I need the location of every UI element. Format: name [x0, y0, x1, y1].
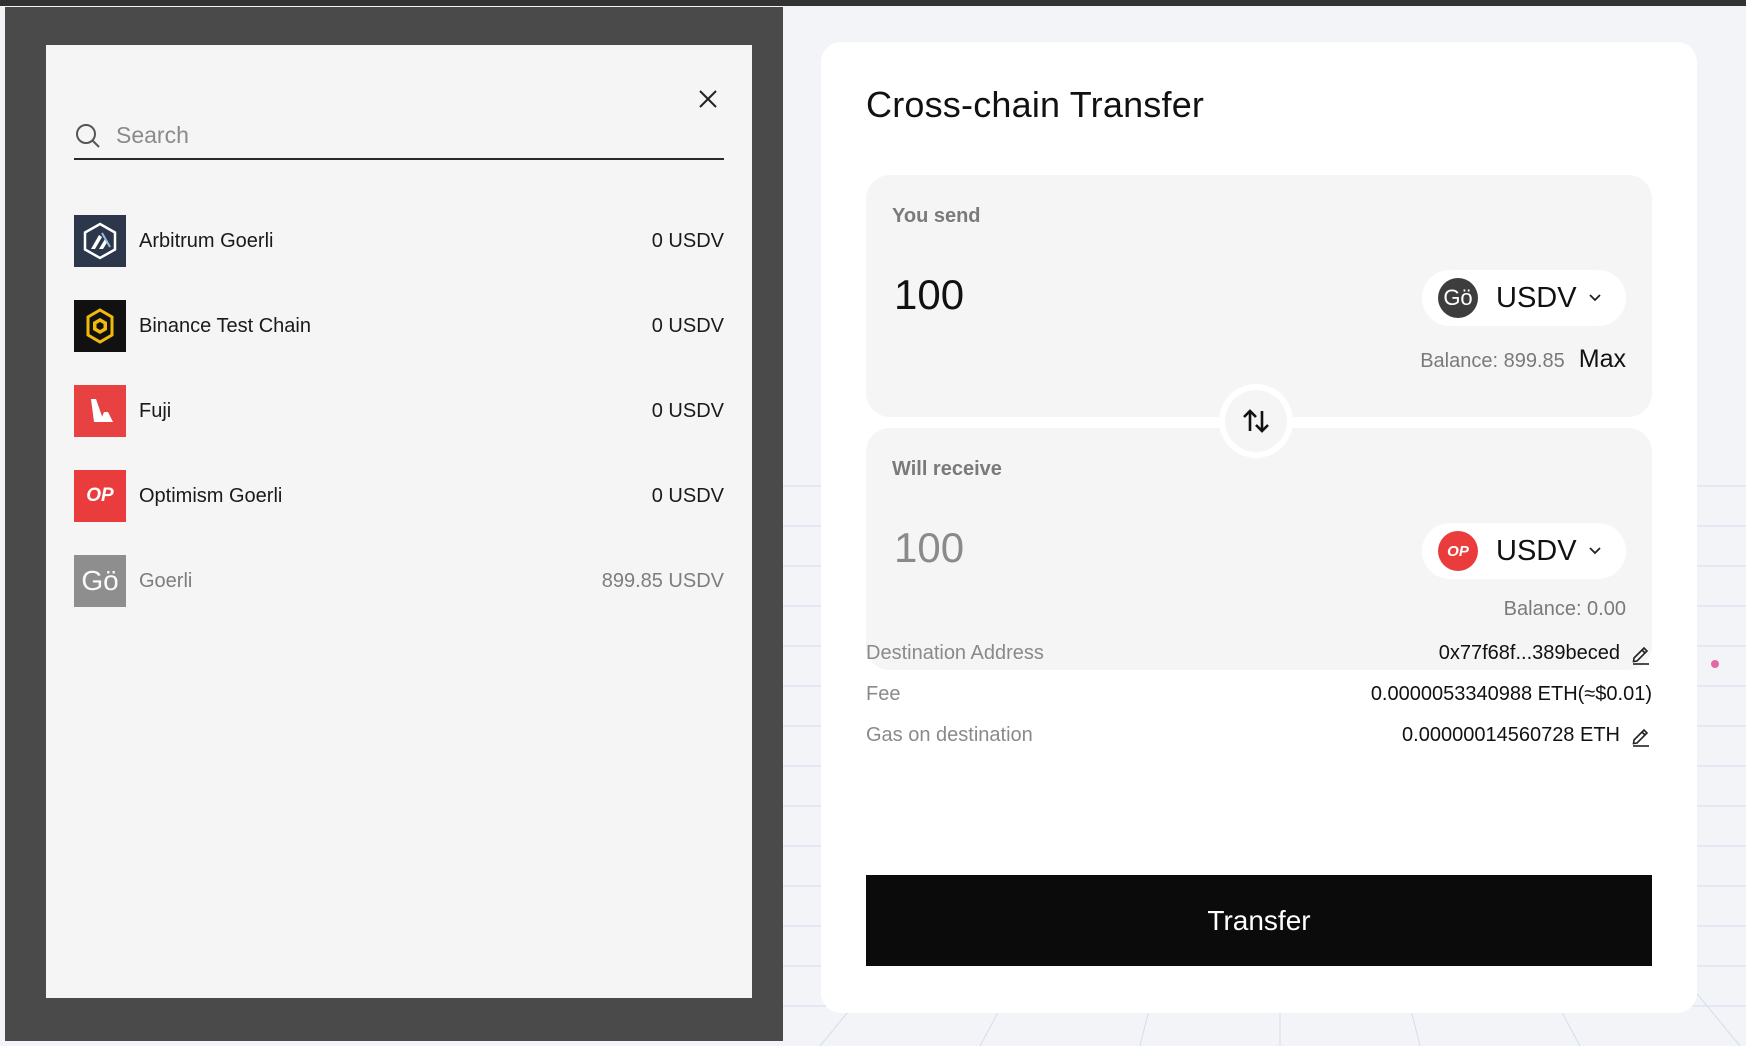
destination-address-value-wrap: 0x77f68f...389beced: [1439, 642, 1652, 665]
chain-balance: 0 USDV: [651, 485, 724, 507]
search-input[interactable]: [114, 116, 718, 154]
send-amount-input[interactable]: [892, 270, 1296, 320]
receive-balance: Balance: 0.00: [1503, 598, 1626, 620]
swap-arrows-icon: [1243, 409, 1269, 433]
send-label: You send: [892, 205, 981, 227]
close-button[interactable]: [694, 85, 722, 113]
gas-on-destination-value-wrap: 0.00000014560728 ETH: [1402, 724, 1652, 747]
gas-on-destination-label: Gas on destination: [866, 724, 1033, 746]
receive-amount-field: [892, 523, 1296, 573]
send-token-name: USDV: [1496, 282, 1577, 314]
chain-item-fuji[interactable]: Fuji 0 USDV: [74, 385, 724, 470]
chevron-down-icon: [1589, 547, 1601, 555]
edit-icon[interactable]: [1630, 725, 1652, 747]
receive-panel: Will receive OP USDV Balance: 0.00: [866, 428, 1652, 670]
page-title: Cross-chain Transfer: [866, 84, 1205, 125]
goerli-token-icon: Gö: [1438, 278, 1478, 318]
max-button[interactable]: Max: [1579, 345, 1626, 374]
chevron-down-icon: [1589, 294, 1601, 302]
chain-name: Arbitrum Goerli: [139, 230, 274, 252]
chain-item-goerli[interactable]: Gö Goerli 899.85 USDV: [74, 555, 724, 640]
chain-balance: 0 USDV: [651, 230, 724, 252]
destination-address-row: Destination Address 0x77f68f...389beced: [866, 642, 1652, 672]
fee-label: Fee: [866, 683, 901, 705]
chain-item-optimism-goerli[interactable]: OP Optimism Goerli 0 USDV: [74, 470, 724, 555]
swap-inner: [1225, 390, 1287, 452]
receive-balance-row: Balance: 0.00: [1504, 598, 1626, 621]
gas-on-destination-row: Gas on destination 0.00000014560728 ETH: [866, 724, 1652, 754]
chain-list: Arbitrum Goerli 0 USDV Binance Test Chai…: [74, 215, 724, 640]
transfer-card: Cross-chain Transfer You send Gö USDV Ba…: [821, 42, 1697, 1013]
close-icon: [699, 90, 717, 108]
send-balance-row: Balance: 899.85 Max: [1420, 345, 1626, 374]
chain-name: Optimism Goerli: [139, 485, 283, 507]
gas-on-destination-value: 0.00000014560728 ETH: [1402, 724, 1620, 746]
send-balance: Balance: 899.85: [1420, 350, 1565, 372]
chain-balance: 0 USDV: [651, 315, 724, 337]
chain-item-arbitrum-goerli[interactable]: Arbitrum Goerli 0 USDV: [74, 215, 724, 300]
swap-direction-button[interactable]: [1219, 384, 1293, 458]
goerli-logo-icon: Gö: [74, 555, 126, 607]
chain-balance: 899.85 USDV: [601, 570, 724, 592]
chain-select-modal: Arbitrum Goerli 0 USDV Binance Test Chai…: [46, 45, 752, 998]
avalanche-logo-icon: [74, 385, 126, 437]
chain-balance: 0 USDV: [651, 400, 724, 422]
chain-name: Fuji: [139, 400, 172, 422]
search-bar: [74, 110, 724, 160]
send-token-selector[interactable]: Gö USDV: [1422, 270, 1626, 326]
bnb-logo-icon: [74, 300, 126, 352]
chain-name: Goerli: [139, 570, 193, 592]
fee-value: 0.0000053340988 ETH(≈$0.01): [1370, 683, 1652, 705]
optimism-token-icon: OP: [1438, 531, 1478, 571]
fee-value-wrap: 0.0000053340988 ETH(≈$0.01): [1371, 683, 1652, 706]
receive-label: Will receive: [892, 458, 1002, 480]
send-panel: You send Gö USDV Balance: 899.85 Max: [866, 175, 1652, 417]
chain-item-binance-test-chain[interactable]: Binance Test Chain 0 USDV: [74, 300, 724, 385]
receive-token-selector[interactable]: OP USDV: [1422, 523, 1626, 579]
optimism-logo-icon: OP: [74, 470, 126, 522]
edit-icon[interactable]: [1630, 643, 1652, 665]
chain-name: Binance Test Chain: [139, 315, 311, 337]
transfer-button[interactable]: Transfer: [866, 875, 1652, 966]
arbitrum-logo-icon: [74, 215, 126, 267]
fee-row: Fee 0.0000053340988 ETH(≈$0.01): [866, 683, 1652, 713]
search-icon: [76, 124, 100, 148]
destination-address-value: 0x77f68f...389beced: [1438, 642, 1620, 664]
receive-token-name: USDV: [1496, 535, 1577, 567]
destination-address-label: Destination Address: [866, 642, 1044, 664]
